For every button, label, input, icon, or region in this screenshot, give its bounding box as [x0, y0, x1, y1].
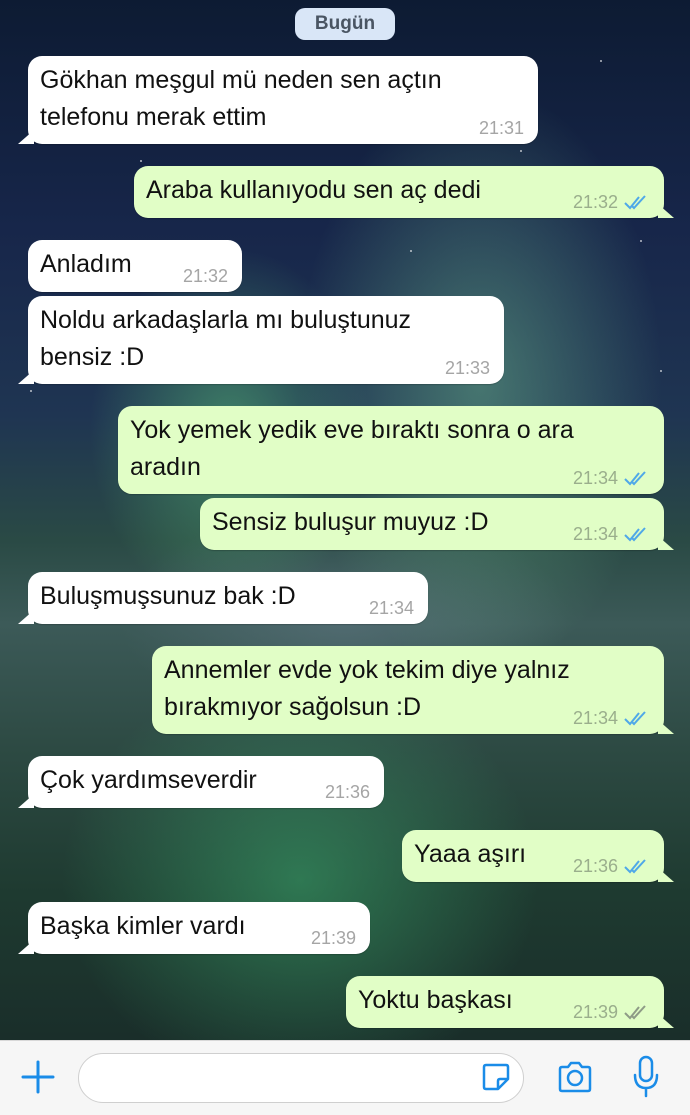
message-time: 21:32	[573, 192, 650, 212]
message-bubble[interactable]: Araba kullanıyodu sen aç dedi 21:32	[134, 166, 674, 218]
message-text: Çok yardımseverdir	[40, 766, 257, 794]
message-time: 21:39	[573, 1002, 650, 1022]
message-bubble[interactable]: Başka kimler vardı 21:39	[18, 902, 370, 954]
message-bubble[interactable]: Yok yemek yedik eve bıraktı sonra o ara …	[118, 406, 664, 494]
message-text: Buluşmuşsunuz bak :D	[40, 582, 296, 610]
message-time: 21:32	[182, 266, 228, 286]
message-bubble[interactable]: Gökhan meşgul mü neden sen açtın telefon…	[18, 56, 538, 144]
message-composer	[0, 1040, 690, 1115]
message-bubble[interactable]: Çok yardımseverdir 21:36	[18, 756, 384, 808]
message-time: 21:39	[310, 928, 356, 948]
double-check-icon	[624, 859, 646, 874]
message-text: Noldu arkadaşlarla mı buluştunuz	[40, 306, 412, 334]
message-bubble[interactable]: Noldu arkadaşlarla mı buluştunuz bensiz …	[18, 296, 504, 384]
message-text: Annemler evde yok tekim diye yalnız	[164, 656, 570, 684]
message-bubble[interactable]: Sensiz buluşur muyuz :D 21:34	[200, 498, 674, 550]
double-check-icon	[624, 471, 646, 486]
double-check-icon	[624, 711, 646, 726]
double-check-icon	[624, 195, 646, 210]
message-bubble[interactable]: Anladım 21:32	[28, 240, 242, 292]
double-check-icon	[624, 527, 646, 542]
microphone-icon[interactable]	[632, 1055, 660, 1099]
message-time: 21:31	[478, 118, 524, 138]
message-time: 21:34	[573, 708, 650, 728]
message-time: 21:36	[573, 856, 650, 876]
double-check-icon	[624, 1005, 646, 1020]
message-text: Yok yemek yedik eve bıraktı sonra o ara	[130, 416, 574, 444]
message-bubble[interactable]: Yoktu başkası 21:39	[346, 976, 674, 1028]
camera-icon[interactable]	[556, 1059, 594, 1095]
sticker-icon[interactable]	[480, 1061, 512, 1093]
message-time: 21:34	[368, 598, 414, 618]
message-bubble[interactable]: Annemler evde yok tekim diye yalnız bıra…	[152, 646, 674, 734]
plus-icon[interactable]	[20, 1059, 56, 1095]
message-text: bensiz :D	[40, 343, 145, 371]
date-separator: Bugün	[295, 8, 395, 40]
message-text: telefonu merak ettim	[40, 103, 267, 131]
message-time: 21:34	[573, 468, 650, 488]
message-bubble[interactable]: Buluşmuşsunuz bak :D 21:34	[18, 572, 428, 624]
message-text: Gökhan meşgul mü neden sen açtın	[40, 66, 442, 94]
message-time: 21:33	[444, 358, 490, 378]
message-input[interactable]	[78, 1053, 524, 1103]
message-time: 21:36	[324, 782, 370, 802]
message-time: 21:34	[573, 524, 650, 544]
message-bubble[interactable]: Yaaa aşırı 21:36	[402, 830, 674, 882]
